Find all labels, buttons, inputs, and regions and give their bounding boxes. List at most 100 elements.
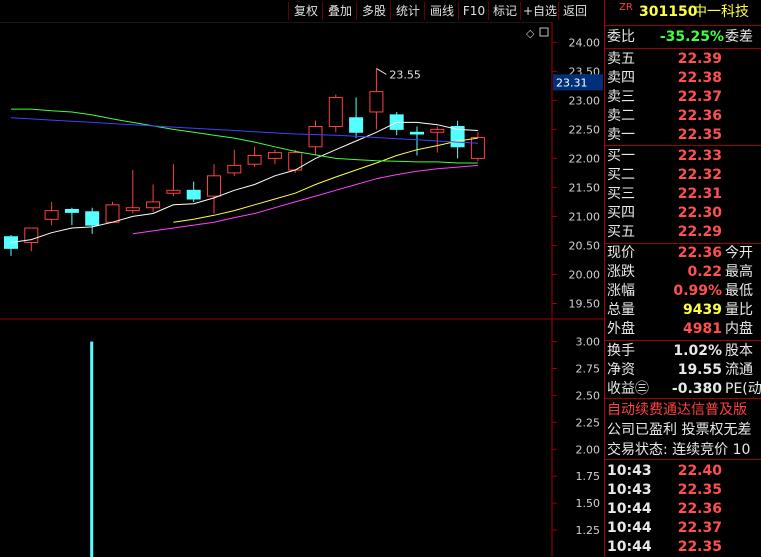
tick-time: 10:43: [607, 482, 652, 498]
tick-row: 10:43 22.40: [605, 461, 761, 481]
toolbar-button-3[interactable]: 统计: [390, 2, 425, 20]
candle-body-up: [207, 175, 221, 197]
stock-name: 中一科技: [693, 4, 749, 20]
price-tick-label: 19.50: [569, 297, 601, 310]
buy-level-row[interactable]: 买三 22.31: [605, 184, 761, 204]
tick-price: 22.35: [677, 482, 722, 498]
candle-body-up: [308, 125, 323, 148]
price-tick-label: 22.00: [569, 152, 601, 165]
quote-label2: 最低: [725, 283, 753, 299]
toolbar-button-6[interactable]: 标记: [488, 2, 521, 20]
finance-value: 1.02%: [673, 343, 722, 359]
buy-level-row[interactable]: 买五 22.29: [605, 222, 761, 242]
buy-level-label: 买一: [607, 148, 635, 164]
high-annotation-label: 23.55: [389, 68, 421, 81]
company-line-text: 公司已盈利 投票权无差: [607, 422, 752, 438]
buy-level-label: 买五: [607, 224, 635, 240]
candle-body-up: [44, 210, 59, 220]
expand-icon[interactable]: [539, 27, 549, 37]
quote-label: 外盘: [607, 321, 635, 337]
candle-body-up: [328, 96, 343, 127]
sell-level-row[interactable]: 卖一 22.35: [605, 125, 761, 145]
candle-body-up: [470, 136, 485, 159]
tick-row: 10:44 22.36: [605, 499, 761, 519]
finance-label: 净资: [607, 362, 635, 378]
buy-level-price: 22.32: [677, 167, 722, 183]
quote-label2: 今开: [725, 245, 753, 261]
quote-row: 涨幅 0.99% 最低: [605, 281, 761, 301]
sell-level-label: 卖五: [607, 51, 635, 67]
chart-toolbar: 复权 叠加 多股 统计 画线 F10 标记 +自选 返回: [0, 0, 604, 22]
finance-row: 收益㊂ -0.380 PE(动: [605, 379, 761, 399]
candle-body-up: [369, 91, 384, 113]
trade-status-line: 交易状态: 连续竞价 10: [605, 440, 761, 460]
quote-label: 涨跌: [607, 264, 635, 280]
diamond-icon[interactable]: ◇: [526, 27, 535, 40]
sell-level-row[interactable]: 卖三 22.37: [605, 87, 761, 107]
sell-level-price: 22.35: [677, 127, 722, 143]
tags-line[interactable]: 自动续费通达信普及版: [605, 400, 761, 420]
finance-row: 净资 19.55 流通: [605, 360, 761, 380]
moving-average-line: [132, 164, 478, 235]
toolbar-button-0[interactable]: 复权: [288, 2, 323, 20]
tick-row: 10:44 22.35: [605, 537, 761, 557]
price-tick-label: 21.50: [569, 181, 601, 194]
sell-level-label: 卖一: [607, 127, 635, 143]
high-annotation-pointer: [376, 68, 387, 75]
trade-status-text: 交易状态: 连续竞价 10: [607, 442, 751, 458]
volume-tick-label: 2.50: [576, 389, 601, 402]
quote-label: 总量: [607, 302, 635, 318]
volume-tick-label: 2.00: [576, 443, 601, 456]
toolbar-button-7[interactable]: +自选: [520, 2, 559, 20]
quote-value: 9439: [683, 302, 722, 318]
moving-average-line: [11, 108, 478, 164]
finance-label2: 股本: [725, 343, 753, 359]
candle-body-up: [227, 164, 242, 174]
price-tick-label: 22.50: [569, 123, 601, 136]
quote-row: 外盘 4981 内盘: [605, 319, 761, 339]
finance-row: 换手 1.02% 股本: [605, 341, 761, 361]
sell-level-price: 22.38: [677, 70, 722, 86]
kline-chart[interactable]: 24.0023.5023.0022.5022.0021.5021.0020.50…: [0, 0, 604, 557]
weibi-label: 委比: [607, 29, 635, 45]
stock-code: 301150: [639, 4, 698, 20]
tags-line-text: 自动续费通达信普及版: [607, 402, 747, 418]
sell-level-row[interactable]: 卖四 22.38: [605, 68, 761, 88]
quote-value: 0.22: [687, 264, 722, 280]
quote-label2: 内盘: [725, 321, 753, 337]
kline-chart-area[interactable]: 24.00 23.50 23.00 22.50 22.00 21.50 21.00 20.50…: [0, 0, 604, 557]
candle-body-up: [247, 154, 262, 165]
toolbar-button-5[interactable]: F10: [458, 2, 489, 20]
buy-level-price: 22.33: [677, 148, 722, 164]
weicha-label: 委差: [725, 29, 753, 45]
buy-level-price: 22.29: [677, 224, 722, 240]
candle-body-down: [4, 236, 18, 249]
toolbar-button-4[interactable]: 画线: [424, 2, 459, 20]
sell-level-label: 卖二: [607, 108, 635, 124]
finance-label: 收益㊂: [607, 381, 649, 397]
tick-time: 10:44: [607, 520, 652, 536]
quote-label2: 量比: [725, 302, 753, 318]
candle-body-up: [430, 128, 445, 133]
buy-level-price: 22.31: [677, 186, 722, 202]
toolbar-button-2[interactable]: 多股: [356, 2, 391, 20]
quote-label2: 最高: [725, 264, 753, 280]
candle-body-down: [186, 189, 201, 200]
candle-body-up: [146, 201, 161, 209]
tick-time: 10:43: [607, 463, 652, 479]
stock-tag: ZR: [619, 2, 633, 13]
buy-level-row[interactable]: 买一 22.33: [605, 146, 761, 166]
moving-average-line: [10, 117, 478, 144]
quote-value: 22.36: [677, 245, 722, 261]
tick-price: 22.36: [677, 501, 722, 517]
quote-value: 4981: [683, 321, 722, 337]
volume-tick-label: 3.00: [576, 336, 601, 349]
finance-label2: PE(动: [725, 381, 761, 397]
toolbar-button-1[interactable]: 叠加: [322, 2, 357, 20]
weibi-row: 委比 -35.25% 委差: [605, 27, 761, 47]
toolbar-button-8[interactable]: 返回: [558, 2, 591, 20]
buy-level-row[interactable]: 买二 22.32: [605, 165, 761, 185]
buy-level-row[interactable]: 买四 22.30: [605, 203, 761, 223]
sell-level-row[interactable]: 卖五 22.39: [605, 49, 761, 69]
sell-level-row[interactable]: 卖二 22.36: [605, 106, 761, 126]
